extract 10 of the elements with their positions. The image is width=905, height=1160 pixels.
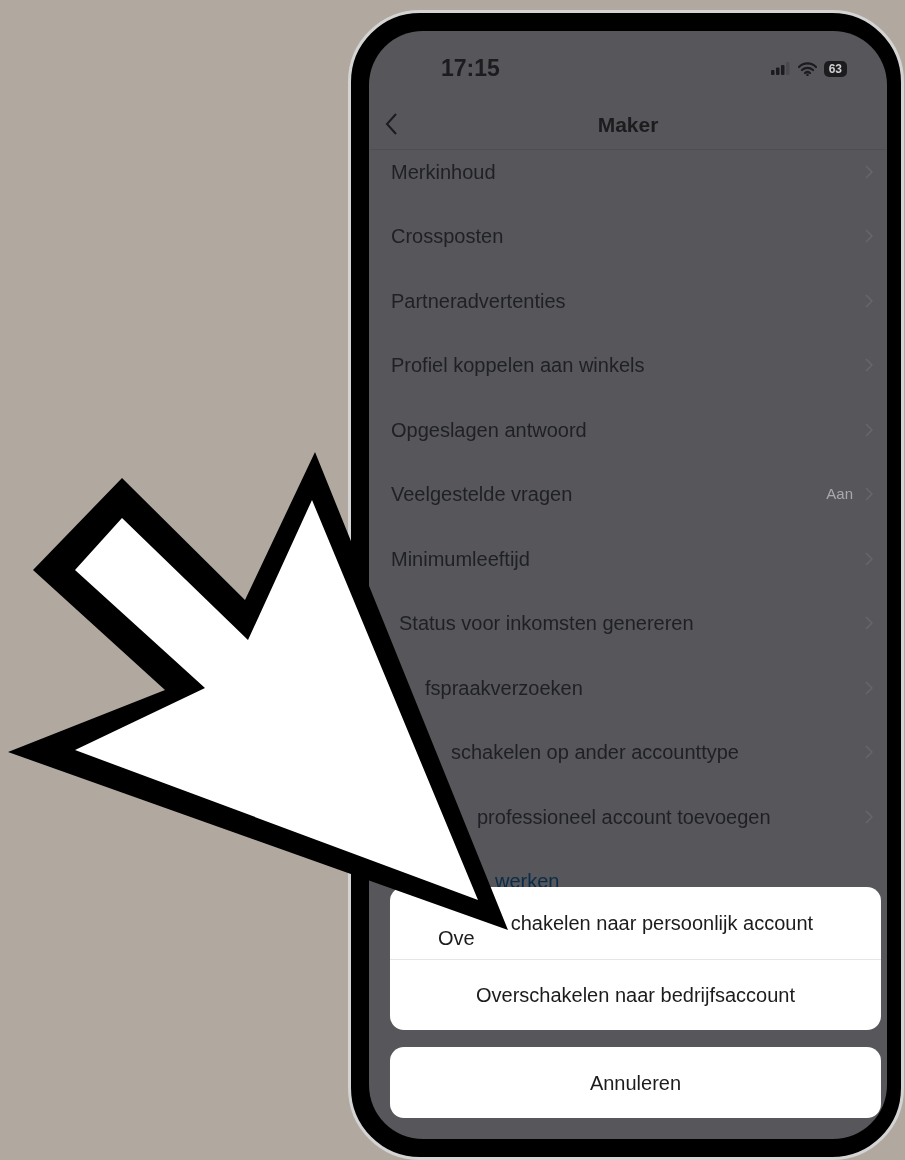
battery-level: 63 <box>823 60 847 77</box>
page-title: Maker <box>597 111 659 138</box>
sheet-option[interactable]: Overschakelen naar bedrijfsaccount <box>390 958 881 1030</box>
wifi-icon <box>797 61 817 76</box>
row-value: Aan <box>826 484 853 504</box>
back-icon[interactable] <box>385 113 397 135</box>
cancel-button[interactable]: Annuleren <box>390 1047 881 1118</box>
sheet-option[interactable]: Ove chakelen naar persoonlijk account <box>390 887 881 959</box>
signal-icon <box>770 62 791 75</box>
status-time: 17:15 <box>441 54 500 84</box>
